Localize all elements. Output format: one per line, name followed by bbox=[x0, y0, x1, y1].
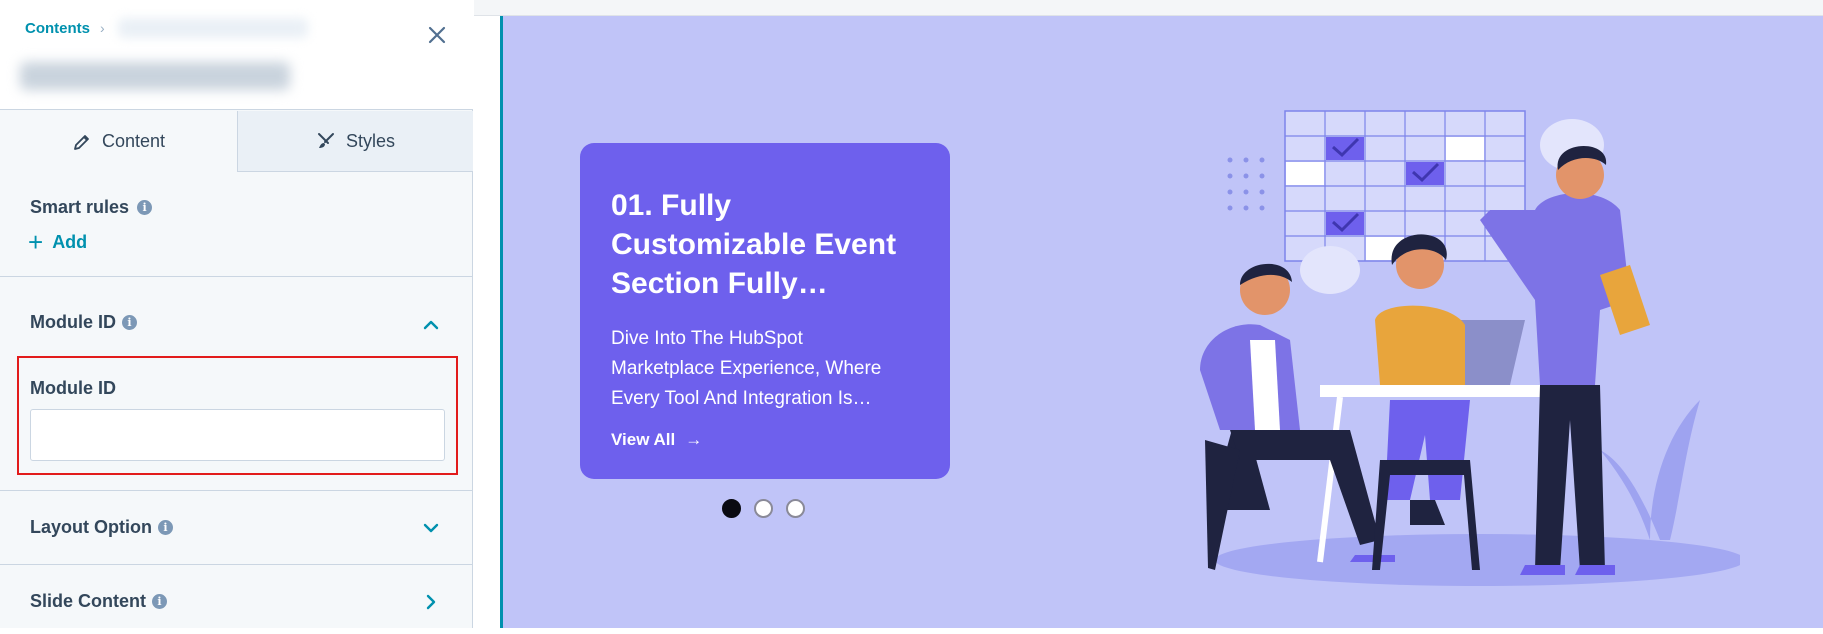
arrow-right-icon: → bbox=[685, 430, 703, 449]
smart-rules-label: Smart rules bbox=[30, 197, 130, 217]
divider bbox=[0, 564, 473, 565]
pencil-icon bbox=[74, 134, 89, 150]
add-smart-rule-button[interactable]: + Add bbox=[28, 226, 88, 257]
team-meeting-illustration bbox=[1200, 110, 1740, 586]
module-id-section-title: Module ID i bbox=[30, 312, 137, 333]
tab-content-label: Content bbox=[101, 131, 166, 151]
slide-content-section-title: Slide Content i bbox=[30, 591, 167, 612]
chevron-right-icon bbox=[420, 591, 442, 613]
slide-content-section-label: Slide Content bbox=[30, 591, 146, 611]
info-icon[interactable]: i bbox=[122, 315, 137, 330]
slider-dot-3[interactable] bbox=[786, 499, 805, 518]
slide-title: 01. Fully Customizable Event Section Ful… bbox=[611, 189, 897, 300]
info-icon[interactable]: i bbox=[152, 594, 167, 609]
add-label: Add bbox=[52, 232, 88, 252]
slider-dot-1[interactable] bbox=[722, 499, 741, 518]
panel-header: Contents › bbox=[0, 0, 473, 110]
layout-option-section-toggle[interactable]: Layout Option i bbox=[0, 500, 473, 560]
breadcrumb-contents-link[interactable]: Contents bbox=[25, 20, 90, 37]
module-id-field-label: Module ID bbox=[30, 378, 116, 398]
view-all-link[interactable]: View All → bbox=[611, 430, 702, 450]
slider-dot-2[interactable] bbox=[754, 499, 773, 518]
chevron-down-icon bbox=[420, 517, 442, 539]
preview-top-bar bbox=[474, 0, 1823, 16]
module-id-input[interactable] bbox=[30, 409, 445, 461]
chevron-up-icon bbox=[420, 314, 442, 336]
tab-styles-label: Styles bbox=[345, 130, 396, 151]
info-icon[interactable]: i bbox=[137, 200, 153, 215]
info-icon[interactable]: i bbox=[157, 520, 173, 535]
layout-option-section-label: Layout Option bbox=[30, 517, 152, 537]
brush-icon bbox=[317, 133, 334, 148]
slide-content-section-toggle[interactable]: Slide Content i bbox=[0, 574, 473, 634]
close-button[interactable] bbox=[422, 20, 452, 50]
view-all-label: View All bbox=[611, 430, 676, 449]
divider bbox=[0, 276, 473, 277]
speech-bubble bbox=[1300, 246, 1360, 294]
smart-rules-heading: Smart rules i bbox=[30, 197, 153, 218]
slider-pagination bbox=[722, 499, 805, 518]
slide-description: Dive Into The HubSpot Marketplace Experi… bbox=[611, 328, 882, 409]
dot-pattern bbox=[1227, 157, 1265, 211]
blurred-breadcrumb-item bbox=[118, 18, 308, 38]
slide-card[interactable]: 01. Fully Customizable Event Section Ful… bbox=[580, 143, 950, 479]
module-id-section-label: Module ID bbox=[30, 312, 116, 332]
plant-leaves bbox=[1600, 400, 1700, 540]
person-left bbox=[1200, 263, 1395, 562]
plus-icon: + bbox=[28, 226, 44, 257]
tab-styles[interactable]: Styles bbox=[237, 111, 473, 172]
breadcrumb-separator: › bbox=[100, 20, 105, 36]
divider bbox=[0, 490, 473, 491]
blurred-module-title bbox=[20, 62, 290, 90]
panel-tabs: Content Styles bbox=[0, 111, 473, 172]
close-icon bbox=[428, 26, 446, 44]
layout-option-section-title: Layout Option i bbox=[30, 517, 173, 538]
sidebar-panel: Contents › Content Styles Smart rules i … bbox=[0, 0, 473, 628]
module-id-section-toggle[interactable]: Module ID i bbox=[0, 296, 473, 356]
tab-content[interactable]: Content bbox=[0, 111, 237, 172]
